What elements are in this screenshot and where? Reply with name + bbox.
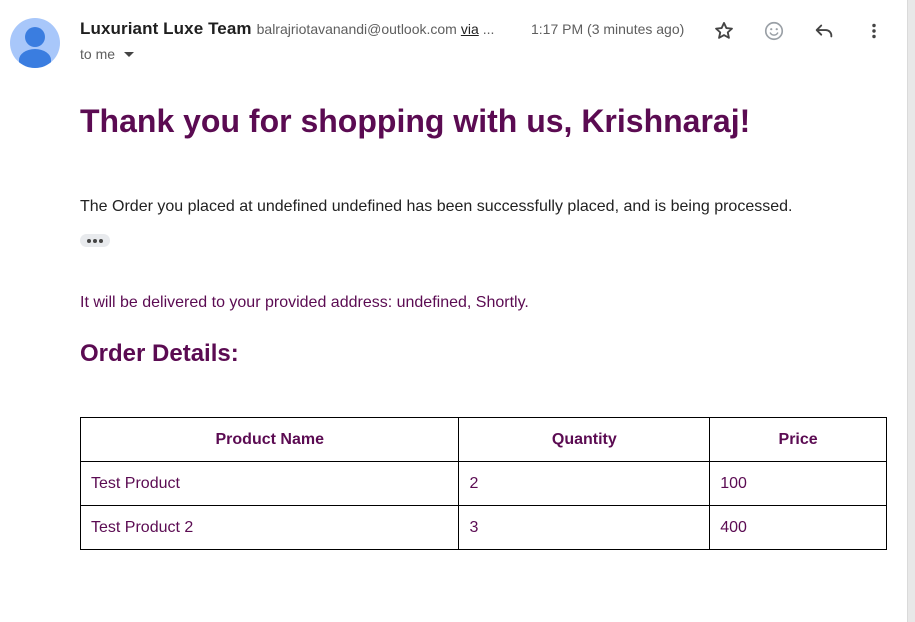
star-button[interactable] (709, 16, 739, 46)
emoji-reaction-button[interactable] (759, 16, 789, 46)
avatar-head-shape (25, 27, 45, 47)
dot-icon (93, 238, 97, 243)
price-cell: 100 (709, 461, 887, 506)
delivery-text: It will be delivered to your provided ad… (80, 294, 529, 311)
star-icon (715, 22, 733, 39)
quantity-cell: 3 (458, 505, 711, 550)
more-options-button[interactable] (859, 16, 889, 46)
dot-icon (99, 238, 103, 243)
email-timestamp: 1:17 PM (3 minutes ago) (531, 21, 685, 37)
table-row: Test Product 2 3 400 (79, 505, 887, 550)
table-row: Test Product 2 100 (79, 461, 887, 506)
column-header-product-name: Product Name (79, 417, 460, 462)
column-header-price: Price (709, 417, 887, 462)
emoji-icon (764, 21, 784, 41)
show-trimmed-content-button[interactable] (80, 234, 110, 247)
more-vert-icon (872, 23, 876, 39)
column-header-quantity: Quantity (458, 417, 711, 462)
sender-line: Luxuriant Luxe Team balrajriotavanandi@o… (80, 19, 494, 41)
recipient-label: to me (80, 46, 116, 62)
table-header-row: Product Name Quantity Price (79, 417, 887, 462)
order-table: Product Name Quantity Price Test Product… (79, 417, 887, 550)
window-scrollbar[interactable] (907, 0, 915, 622)
reply-button[interactable] (809, 16, 839, 46)
recipient-details-toggle[interactable]: to me (80, 46, 135, 62)
sender-avatar[interactable] (10, 18, 60, 68)
product-name-cell: Test Product 2 (79, 505, 460, 550)
via-ellipsis: ... (482, 21, 495, 37)
order-status-text: The Order you placed at undefined undefi… (80, 198, 793, 215)
sender-email: balrajriotavanandi@outlook.com (256, 21, 457, 37)
chevron-down-icon (124, 51, 135, 57)
order-details-heading: Order Details: (80, 340, 239, 367)
sender-name[interactable]: Luxuriant Luxe Team (80, 19, 252, 39)
reply-icon (815, 24, 833, 38)
dot-icon (87, 238, 91, 243)
quantity-cell: 2 (458, 461, 711, 506)
greeting-heading: Thank you for shopping with us, Krishnar… (80, 103, 751, 139)
avatar-body-shape (19, 49, 51, 68)
price-cell: 400 (709, 505, 887, 550)
via-link[interactable]: via (461, 21, 479, 37)
product-name-cell: Test Product (79, 461, 460, 506)
